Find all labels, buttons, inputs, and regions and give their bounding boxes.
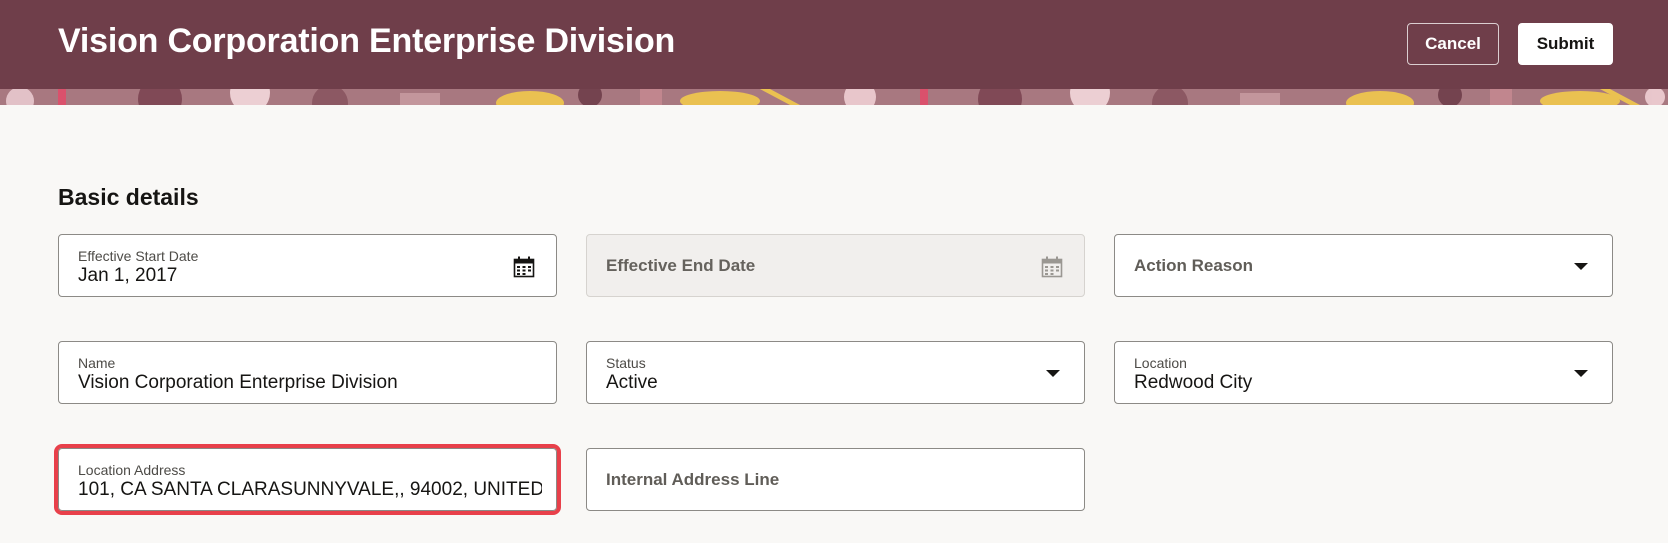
field-label: Internal Address Line — [606, 470, 780, 489]
internal-address-line-field[interactable]: Internal Address Line — [586, 448, 1085, 511]
action-reason-select[interactable]: Action Reason — [1114, 234, 1613, 297]
chevron-down-icon[interactable] — [1574, 370, 1588, 377]
submit-button[interactable]: Submit — [1518, 23, 1613, 65]
field-label: Location Address — [78, 462, 186, 478]
location-select[interactable]: Location Redwood City — [1114, 341, 1613, 404]
field-value: 101, CA SANTA CLARASUNNYVALE,, 94002, UN… — [78, 479, 542, 500]
page-header: Vision Corporation Enterprise Division C… — [0, 0, 1668, 89]
calendar-icon — [1040, 255, 1064, 279]
decorative-banner — [0, 89, 1668, 105]
field-label: Location — [1134, 355, 1187, 371]
cancel-button[interactable]: Cancel — [1407, 23, 1499, 65]
field-label: Status — [606, 355, 646, 371]
effective-start-date-field[interactable]: Effective Start Date Jan 1, 2017 — [58, 234, 557, 297]
field-label: Action Reason — [1134, 256, 1254, 275]
name-field[interactable]: Name Vision Corporation Enterprise Divis… — [58, 341, 557, 404]
field-value: Jan 1, 2017 — [78, 265, 178, 286]
chevron-down-icon[interactable] — [1046, 370, 1060, 377]
chevron-down-icon[interactable] — [1574, 263, 1588, 270]
status-select[interactable]: Status Active — [586, 341, 1085, 404]
field-value: Active — [606, 372, 658, 393]
field-label: Name — [78, 355, 116, 371]
field-label: Effective Start Date — [78, 248, 199, 264]
section-title: Basic details — [58, 184, 199, 210]
location-address-field[interactable]: Location Address 101, CA SANTA CLARASUNN… — [54, 444, 561, 515]
field-label: Effective End Date — [606, 256, 756, 275]
effective-end-date-field: Effective End Date — [586, 234, 1085, 297]
banner-pattern — [0, 89, 1668, 105]
page-title: Vision Corporation Enterprise Division — [58, 22, 676, 60]
calendar-icon[interactable] — [512, 255, 536, 279]
field-value: Redwood City — [1134, 372, 1253, 393]
field-value: Vision Corporation Enterprise Division — [78, 372, 398, 393]
